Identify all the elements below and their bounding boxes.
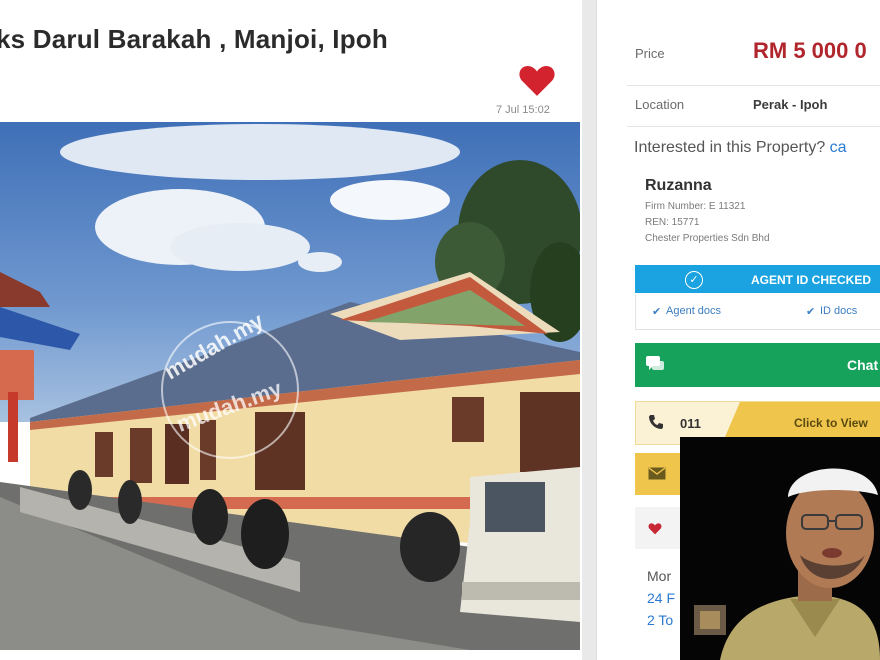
check-icon: ✔ xyxy=(806,306,816,318)
interest-question: Interested in this Property? xyxy=(634,139,826,156)
docs-row: ✔ Agent docs ✔ ID docs xyxy=(635,295,880,330)
heart-small-icon xyxy=(648,523,662,535)
more-heading: Mor xyxy=(647,568,672,584)
click-to-view-label: Click to View xyxy=(794,416,868,430)
agent-id-checked-badge: ✓ AGENT ID CHECKED xyxy=(635,265,880,293)
interest-text: Interested in this Property? ca xyxy=(634,139,847,157)
phone-icon xyxy=(649,415,663,429)
listing-title: ks Darul Barakah , Manjoi, Ipoh xyxy=(0,24,388,54)
id-docs-label[interactable]: ID docs xyxy=(820,305,857,317)
agent-company: Chester Properties Sdn Bhd xyxy=(645,233,770,244)
agent-id-checked-label: AGENT ID CHECKED xyxy=(751,273,872,287)
agent-firm-number: Firm Number: E 11321 xyxy=(645,201,746,212)
heart-icon[interactable] xyxy=(518,62,556,98)
location-label: Location xyxy=(635,97,685,112)
phone-prefix: 011 xyxy=(680,416,701,431)
agent-docs-label[interactable]: Agent docs xyxy=(666,305,721,317)
inset-portrait-photo xyxy=(680,437,880,660)
divider xyxy=(627,85,880,86)
interest-link[interactable]: ca xyxy=(830,139,847,156)
chat-icon xyxy=(646,356,664,370)
chat-button[interactable]: Chat xyxy=(635,343,880,387)
listing-panel: ks Darul Barakah , Manjoi, Ipoh 7 Jul 15… xyxy=(0,0,582,660)
chat-label: Chat xyxy=(847,357,879,373)
price-label: Price xyxy=(635,46,665,61)
listing-photo[interactable]: mudah.my mudah.my xyxy=(0,122,580,650)
check-icon: ✔ xyxy=(652,306,662,318)
price-value: RM 5 000 0 xyxy=(753,38,867,63)
mail-icon xyxy=(648,467,666,480)
agent-ren: REN: 15771 xyxy=(645,217,700,228)
location-value: Perak - Ipoh xyxy=(753,97,828,112)
agent-name: Ruzanna xyxy=(645,177,712,194)
more-link-2[interactable]: 2 To xyxy=(647,612,673,628)
more-link-1[interactable]: 24 F xyxy=(647,590,675,606)
check-circle-icon: ✓ xyxy=(685,271,703,289)
divider xyxy=(627,126,880,127)
listing-date: 7 Jul 15:02 xyxy=(496,104,550,116)
